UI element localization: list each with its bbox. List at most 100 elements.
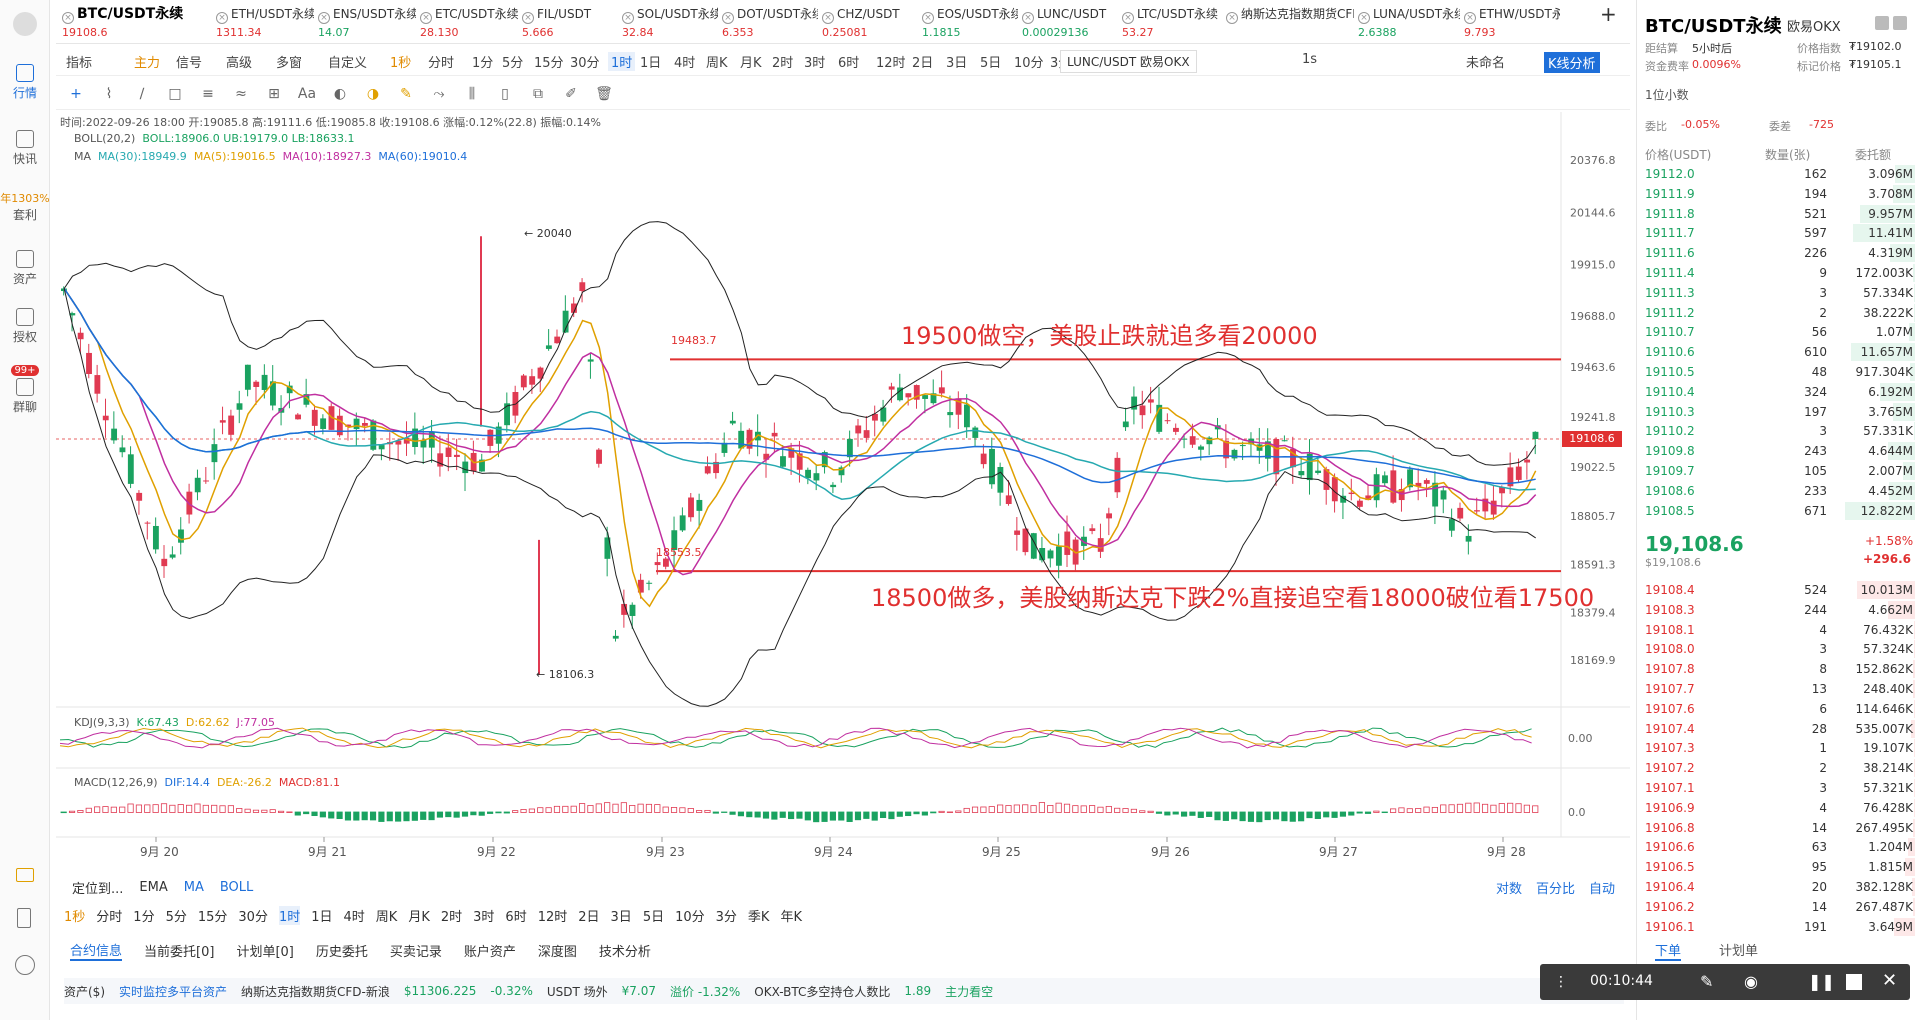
orderbook-row[interactable]: 19111.8 521 9.957M <box>1645 204 1915 224</box>
channel-icon[interactable]: ◑ <box>363 84 383 104</box>
path-icon[interactable]: ⤳ <box>429 84 449 104</box>
orderbook-row[interactable]: 19111.3 3 57.334K <box>1645 283 1915 303</box>
period-button[interactable]: 10分 <box>675 906 705 925</box>
period-button[interactable]: 1时 <box>278 906 301 925</box>
orderbook-row[interactable]: 19112.0 162 3.096M <box>1645 164 1915 184</box>
period-button[interactable]: 周K <box>376 906 398 925</box>
nav-market[interactable]: 行情 <box>0 64 50 101</box>
toolbar-item[interactable]: 多窗 <box>276 52 302 71</box>
period-button[interactable]: 年K <box>780 906 802 925</box>
settings-icon[interactable] <box>15 955 35 975</box>
symbol-tab[interactable]: × BTC/USDT永续 19108.6 <box>62 6 212 42</box>
toolbar-right-item[interactable]: K线分析 <box>1544 52 1600 73</box>
orderbook-row[interactable]: 19108.0 3 57.324K <box>1645 639 1915 659</box>
toolbar-item[interactable]: 4时 <box>674 52 695 71</box>
symbol-tab[interactable]: × DOT/USDT永续 6.353 <box>722 6 818 42</box>
pen-icon[interactable]: ✎ <box>1700 972 1713 991</box>
toolbar-right-item[interactable]: 未命名 <box>1466 52 1505 71</box>
period-button[interactable]: 6时 <box>505 906 526 925</box>
symbol-tab[interactable]: × ETH/USDT永续 1311.34 <box>216 6 314 42</box>
symbol-tab[interactable]: × SOL/USDT永续 32.84 <box>622 6 718 42</box>
orderbook-row[interactable]: 19107.6 6 114.646K <box>1645 699 1915 719</box>
ruler-icon[interactable]: ⌇ <box>99 84 119 104</box>
period-button[interactable]: 12时 <box>538 906 568 925</box>
period-button[interactable]: 2日 <box>578 906 599 925</box>
orderbook-row[interactable]: 19106.8 14 267.495K <box>1645 818 1915 838</box>
period-button[interactable]: 3时 <box>473 906 494 925</box>
symbol-tab[interactable]: × LUNC/USDT 0.00029136 <box>1022 6 1118 42</box>
orderbook-row[interactable]: 19107.7 13 248.40K <box>1645 679 1915 699</box>
orderbook-row[interactable]: 19106.9 4 76.428K <box>1645 798 1915 818</box>
period-button[interactable]: 月K <box>408 906 430 925</box>
symbol-tab[interactable]: × LTC/USDT永续 53.27 <box>1122 6 1222 42</box>
orderbook-row[interactable]: 19108.4 524 10.013M <box>1645 580 1915 600</box>
toolbar-item[interactable]: 3时 <box>804 52 825 71</box>
toolbar-item[interactable]: 月K <box>740 52 762 71</box>
hline-icon[interactable]: ≡ <box>198 84 218 104</box>
toolbar-item[interactable]: 信号 <box>176 52 202 71</box>
orderbook-row[interactable]: 19111.6 226 4.319M <box>1645 243 1915 263</box>
period-button[interactable]: 5分 <box>166 906 187 925</box>
toolbar-item[interactable]: 指标 <box>66 52 92 71</box>
orderbook-row[interactable]: 19111.4 9 172.003K <box>1645 263 1915 283</box>
chart-tool-button[interactable]: MA <box>184 880 204 895</box>
symbol-tab[interactable]: × FIL/USDT 5.666 <box>522 6 618 42</box>
bar-pattern-icon[interactable]: ⫼ <box>462 84 482 104</box>
orderbook-row[interactable]: 19110.2 3 57.331K <box>1645 421 1915 441</box>
orderbook-row[interactable]: 19108.1 4 76.432K <box>1645 620 1915 640</box>
orderbook-row[interactable]: 19108.6 233 4.452M <box>1645 481 1915 501</box>
bottom-tab[interactable]: 计划单[0] <box>236 941 293 960</box>
symbol-tab[interactable]: × LUNA/USDT永续 2.6388 <box>1358 6 1460 42</box>
bottom-tab[interactable]: 账户资产 <box>464 941 516 960</box>
nav-auth[interactable]: 授权 <box>0 308 50 345</box>
scale-mode-button[interactable]: 百分比 <box>1536 878 1575 897</box>
symbol-tab[interactable]: × ENS/USDT永续 14.07 <box>318 6 416 42</box>
orderbook-row[interactable]: 19111.7 597 11.41M <box>1645 223 1915 243</box>
wave-icon[interactable]: ≈ <box>231 84 251 104</box>
mobile-icon[interactable] <box>17 908 31 928</box>
orderbook-row[interactable]: 19111.2 2 38.222K <box>1645 303 1915 323</box>
toolbar-right-item[interactable]: 1s <box>1302 52 1317 67</box>
star-icon[interactable] <box>1893 16 1907 30</box>
crosshair-icon[interactable]: + <box>66 84 86 104</box>
period-button[interactable]: 3分 <box>716 906 737 925</box>
chart-tool-button[interactable]: 定位到... <box>72 878 123 897</box>
pause-icon[interactable]: ❚❚ <box>1808 972 1835 991</box>
bottom-tab[interactable]: 买卖记录 <box>390 941 442 960</box>
tab-plan-order[interactable]: 计划单 <box>1719 940 1758 959</box>
period-button[interactable]: 5日 <box>643 906 664 925</box>
orderbook-row[interactable]: 19110.3 197 3.765M <box>1645 402 1915 422</box>
toolbar-item[interactable]: 2时 <box>772 52 793 71</box>
toolbar-item[interactable]: 1秒 <box>390 52 411 71</box>
period-button[interactable]: 2时 <box>441 906 462 925</box>
orderbook-row[interactable]: 19111.9 194 3.708M <box>1645 184 1915 204</box>
period-button[interactable]: 15分 <box>198 906 228 925</box>
toolbar-item[interactable]: 1分 <box>472 52 493 71</box>
symbol-tab[interactable]: ×ETHW/USDT永续 9.793 <box>1464 6 1560 42</box>
orderbook-row[interactable]: 19109.7 105 2.007M <box>1645 461 1915 481</box>
add-tab-icon[interactable]: + <box>1600 6 1617 42</box>
camera-icon[interactable]: ◉ <box>1744 972 1758 991</box>
lock-icon[interactable]: ▯ <box>495 84 515 104</box>
period-button[interactable]: 1分 <box>133 906 154 925</box>
toolbar-item[interactable]: 1时 <box>608 52 636 71</box>
period-button[interactable]: 分时 <box>96 906 122 925</box>
close-icon[interactable]: ✕ <box>1882 970 1897 991</box>
toolbar-item[interactable]: 15分 <box>534 52 564 71</box>
chart-tool-button[interactable]: EMA <box>139 880 167 895</box>
symbol-tab[interactable]: × ETC/USDT永续 28.130 <box>420 6 518 42</box>
period-button[interactable]: 3日 <box>611 906 632 925</box>
period-button[interactable]: 30分 <box>238 906 268 925</box>
orderbook-row[interactable]: 19106.1 191 3.649M <box>1645 917 1915 937</box>
stop-icon[interactable] <box>1846 974 1862 990</box>
gift-icon[interactable] <box>16 868 34 882</box>
lock-icon[interactable] <box>1875 16 1889 30</box>
period-button[interactable]: 1秒 <box>64 906 85 925</box>
trendline-icon[interactable]: ∕ <box>132 84 152 104</box>
toolbar-item[interactable]: 30分 <box>570 52 600 71</box>
template-icon[interactable]: ✐ <box>561 84 581 104</box>
toolbar-item[interactable]: 高级 <box>226 52 252 71</box>
toolbar-item[interactable]: 5日 <box>980 52 1001 71</box>
toolbar-item[interactable]: 2日 <box>912 52 933 71</box>
scale-mode-button[interactable]: 自动 <box>1589 878 1615 897</box>
